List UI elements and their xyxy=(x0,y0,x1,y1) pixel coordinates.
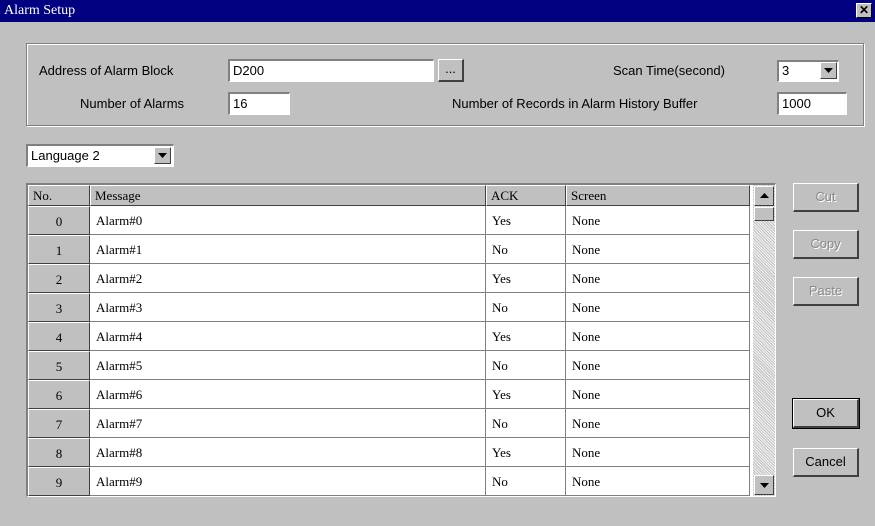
chevron-down-icon xyxy=(158,153,167,158)
message-cell[interactable]: Alarm#9 xyxy=(90,467,486,496)
message-cell[interactable]: Alarm#8 xyxy=(90,438,486,467)
ok-button[interactable]: OK xyxy=(792,398,860,429)
chevron-up-icon xyxy=(760,193,769,198)
message-cell[interactable]: Alarm#0 xyxy=(90,206,486,235)
cut-button[interactable]: Cut xyxy=(793,183,859,212)
num-alarms-input[interactable]: 16 xyxy=(228,92,290,115)
num-alarms-label: Number of Alarms xyxy=(80,96,185,111)
screen-cell[interactable]: None xyxy=(566,322,750,351)
row-number-cell[interactable]: 6 xyxy=(28,380,90,409)
close-button[interactable]: ✕ xyxy=(856,3,872,18)
ack-cell[interactable]: No xyxy=(486,235,566,264)
scroll-up-button[interactable] xyxy=(754,186,774,206)
history-input[interactable]: 1000 xyxy=(777,92,847,115)
browse-button[interactable]: ... xyxy=(438,59,464,82)
copy-button[interactable]: Copy xyxy=(793,230,859,259)
cancel-button[interactable]: Cancel xyxy=(793,448,859,477)
ack-cell[interactable]: No xyxy=(486,351,566,380)
ack-cell[interactable]: Yes xyxy=(486,206,566,235)
title-bar: Alarm Setup ✕ xyxy=(0,0,875,22)
language-value: Language 2 xyxy=(31,148,100,163)
column-header-screen[interactable]: Screen xyxy=(566,185,750,206)
row-number-cell[interactable]: 9 xyxy=(28,467,90,496)
alarm-table[interactable]: No. Message ACK Screen 0 Alarm#0 Yes None 1 A… xyxy=(26,183,776,497)
close-icon: ✕ xyxy=(858,3,870,17)
alarm-setup-dialog: Alarm Setup ✕ Address of Alarm Block D20… xyxy=(0,0,875,526)
column-header-ack[interactable]: ACK xyxy=(486,185,566,206)
paste-button[interactable]: Paste xyxy=(793,277,859,306)
screen-cell[interactable]: None xyxy=(566,293,750,322)
message-cell[interactable]: Alarm#4 xyxy=(90,322,486,351)
screen-cell[interactable]: None xyxy=(566,438,750,467)
message-cell[interactable]: Alarm#3 xyxy=(90,293,486,322)
table-row[interactable]: 1 Alarm#1 No None xyxy=(28,235,750,264)
table-row[interactable]: 9 Alarm#9 No None xyxy=(28,467,750,496)
table-row[interactable]: 7 Alarm#7 No None xyxy=(28,409,750,438)
vertical-scrollbar[interactable] xyxy=(753,185,775,496)
screen-cell[interactable]: None xyxy=(566,206,750,235)
ack-cell[interactable]: Yes xyxy=(486,322,566,351)
screen-cell[interactable]: None xyxy=(566,264,750,293)
table-row[interactable]: 5 Alarm#5 No None xyxy=(28,351,750,380)
screen-cell[interactable]: None xyxy=(566,351,750,380)
address-input[interactable]: D200 xyxy=(228,59,434,82)
window-title: Alarm Setup xyxy=(4,3,76,18)
settings-group xyxy=(26,43,864,126)
column-header-message[interactable]: Message xyxy=(90,185,486,206)
table-row[interactable]: 3 Alarm#3 No None xyxy=(28,293,750,322)
table-header: No. Message ACK Screen xyxy=(28,185,750,206)
language-dropdown-button[interactable] xyxy=(154,147,171,164)
screen-cell[interactable]: None xyxy=(566,235,750,264)
column-header-no[interactable]: No. xyxy=(28,185,90,206)
ack-cell[interactable]: Yes xyxy=(486,380,566,409)
row-number-cell[interactable]: 8 xyxy=(28,438,90,467)
address-label: Address of Alarm Block xyxy=(39,63,174,78)
ack-cell[interactable]: No xyxy=(486,467,566,496)
table-row[interactable]: 6 Alarm#6 Yes None xyxy=(28,380,750,409)
row-number-cell[interactable]: 1 xyxy=(28,235,90,264)
row-number-cell[interactable]: 0 xyxy=(28,206,90,235)
row-number-cell[interactable]: 2 xyxy=(28,264,90,293)
scan-time-value: 3 xyxy=(782,63,790,78)
ack-cell[interactable]: Yes xyxy=(486,438,566,467)
scan-time-dropdown-button[interactable] xyxy=(820,62,837,79)
screen-cell[interactable]: None xyxy=(566,409,750,438)
table-row[interactable]: 2 Alarm#2 Yes None xyxy=(28,264,750,293)
screen-cell[interactable]: None xyxy=(566,380,750,409)
row-number-cell[interactable]: 7 xyxy=(28,409,90,438)
scan-time-label: Scan Time(second) xyxy=(613,63,725,78)
scroll-thumb[interactable] xyxy=(754,207,774,221)
ack-cell[interactable]: No xyxy=(486,293,566,322)
message-cell[interactable]: Alarm#2 xyxy=(90,264,486,293)
language-select[interactable]: Language 2 xyxy=(26,144,174,167)
ack-cell[interactable]: Yes xyxy=(486,264,566,293)
screen-cell[interactable]: None xyxy=(566,467,750,496)
table-row[interactable]: 0 Alarm#0 Yes None xyxy=(28,206,750,235)
row-number-cell[interactable]: 5 xyxy=(28,351,90,380)
scroll-down-button[interactable] xyxy=(754,475,774,495)
chevron-down-icon xyxy=(824,68,833,73)
row-number-cell[interactable]: 3 xyxy=(28,293,90,322)
table-row[interactable]: 8 Alarm#8 Yes None xyxy=(28,438,750,467)
message-cell[interactable]: Alarm#7 xyxy=(90,409,486,438)
ack-cell[interactable]: No xyxy=(486,409,566,438)
chevron-down-icon xyxy=(760,483,769,488)
history-label: Number of Records in Alarm History Buffe… xyxy=(452,96,698,111)
message-cell[interactable]: Alarm#6 xyxy=(90,380,486,409)
message-cell[interactable]: Alarm#5 xyxy=(90,351,486,380)
row-number-cell[interactable]: 4 xyxy=(28,322,90,351)
message-cell[interactable]: Alarm#1 xyxy=(90,235,486,264)
table-row[interactable]: 4 Alarm#4 Yes None xyxy=(28,322,750,351)
